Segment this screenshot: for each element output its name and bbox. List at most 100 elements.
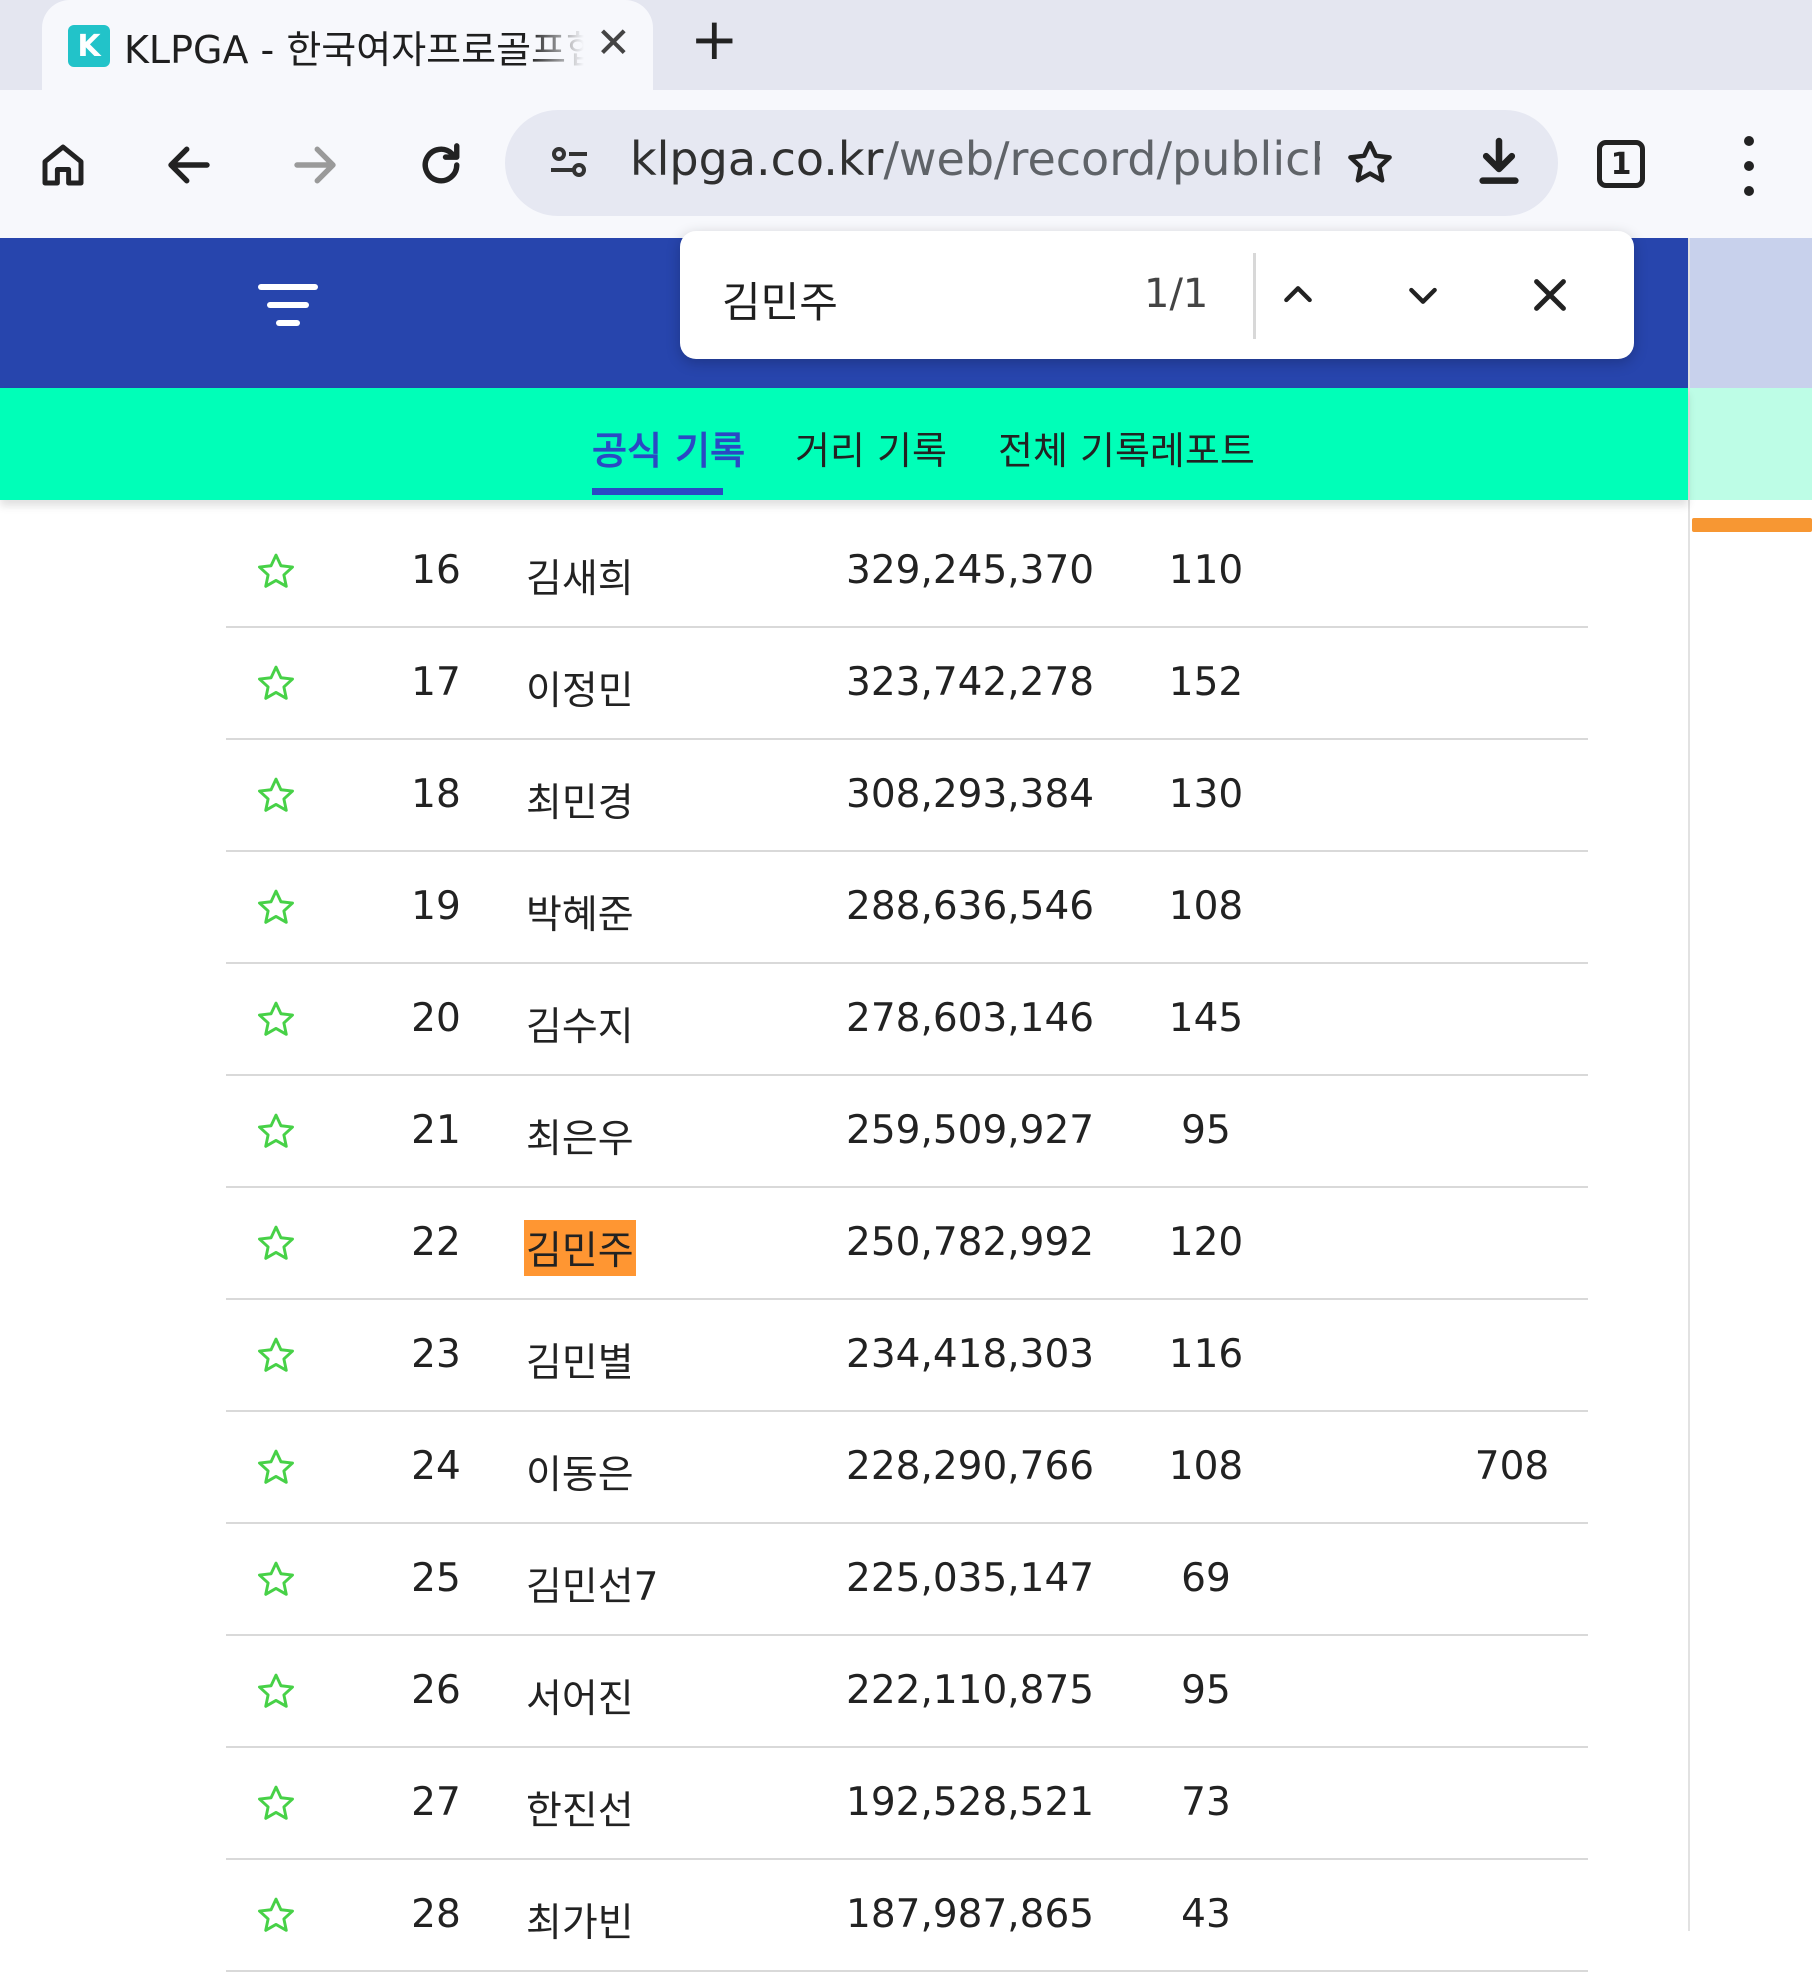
table-row[interactable]: 27 한진선 192,528,521 73 — [226, 1748, 1588, 1860]
reload-icon[interactable] — [406, 130, 476, 200]
new-tab-plus-icon[interactable]: + — [690, 10, 739, 68]
browser-tab[interactable]: K KLPGA - 한국여자프로골프협회 ✕ — [42, 0, 653, 92]
count-cell: 152 — [1168, 660, 1244, 705]
count-cell: 120 — [1168, 1220, 1244, 1265]
prize-money-cell: 278,603,146 — [846, 996, 1095, 1041]
prize-money-cell: 250,782,992 — [846, 1220, 1095, 1265]
table-row[interactable]: 16 김새희 329,245,370 110 — [226, 516, 1588, 628]
browser-toolbar: klpga.co.kr/web/record/publicRec 1 — [0, 90, 1812, 238]
url-host: klpga.co.kr — [630, 132, 884, 186]
favorite-star-icon[interactable] — [254, 1894, 298, 1948]
favorite-star-icon[interactable] — [254, 1446, 298, 1500]
prize-money-cell: 308,293,384 — [846, 772, 1095, 817]
favorite-star-icon[interactable] — [254, 1782, 298, 1836]
table-row[interactable]: 22 김민주 250,782,992 120 — [226, 1188, 1588, 1300]
filter-menu-icon[interactable] — [258, 284, 318, 334]
table-row[interactable]: 18 최민경 308,293,384 130 — [226, 740, 1588, 852]
record-subnav: 공식 기록 거리 기록 전체 기록레포트 — [0, 388, 1688, 500]
active-tab-indicator — [592, 488, 723, 495]
count-cell: 108 — [1168, 1444, 1244, 1489]
count-cell: 95 — [1181, 1668, 1231, 1713]
player-name-cell[interactable]: 최가빈 — [524, 1892, 636, 1948]
table-row[interactable]: 19 박혜준 288,636,546 108 — [226, 852, 1588, 964]
favorite-star-icon[interactable] — [254, 1558, 298, 1612]
url-path: /web/record/publicRec — [883, 132, 1320, 186]
find-previous-chevron-up-icon[interactable] — [1268, 265, 1328, 325]
tab-title: KLPGA - 한국여자프로골프협회 — [124, 27, 584, 72]
url-text[interactable]: klpga.co.kr/web/record/publicRec — [630, 132, 1320, 186]
scrollbar-track[interactable] — [1688, 238, 1812, 1931]
player-name-cell[interactable]: 박혜준 — [524, 884, 636, 940]
count-cell: 95 — [1181, 1108, 1231, 1153]
table-row[interactable]: 25 김민선7 225,035,147 69 — [226, 1524, 1588, 1636]
player-name-cell[interactable]: 이동은 — [524, 1444, 636, 1500]
rank-cell: 20 — [411, 996, 461, 1041]
back-arrow-icon[interactable] — [154, 130, 224, 200]
address-bar[interactable]: klpga.co.kr/web/record/publicRec — [505, 110, 1558, 216]
find-match-marker — [1692, 518, 1812, 532]
favorite-star-icon[interactable] — [254, 1334, 298, 1388]
table-row[interactable]: 21 최은우 259,509,927 95 — [226, 1076, 1588, 1188]
player-name-cell[interactable]: 서어진 — [524, 1668, 636, 1724]
prize-money-cell: 259,509,927 — [846, 1108, 1095, 1153]
favorite-star-icon[interactable] — [254, 998, 298, 1052]
table-row[interactable]: 28 최가빈 187,987,865 43 — [226, 1860, 1588, 1972]
player-name-cell[interactable]: 김새희 — [524, 548, 636, 604]
rank-cell: 18 — [411, 772, 461, 817]
find-match-count: 1/1 — [1144, 271, 1209, 317]
rank-cell: 21 — [411, 1108, 461, 1153]
extra-cell: 708 — [1474, 1444, 1550, 1489]
count-cell: 43 — [1181, 1892, 1231, 1937]
klpga-favicon-icon: K — [68, 25, 110, 67]
player-name-cell[interactable]: 한진선 — [524, 1780, 636, 1836]
player-name-cell[interactable]: 김민주 — [524, 1220, 636, 1276]
rank-cell: 28 — [411, 1892, 461, 1937]
count-cell: 130 — [1168, 772, 1244, 817]
tab-full-record-report[interactable]: 전체 기록레포트 — [998, 420, 1255, 475]
rank-cell: 19 — [411, 884, 461, 929]
player-name-cell[interactable]: 최민경 — [524, 772, 636, 828]
find-close-icon[interactable] — [1520, 265, 1580, 325]
find-divider — [1253, 253, 1256, 339]
forward-arrow-icon[interactable] — [280, 130, 350, 200]
tab-close-icon[interactable]: ✕ — [596, 18, 631, 67]
prize-money-cell: 288,636,546 — [846, 884, 1095, 929]
favorite-star-icon[interactable] — [254, 774, 298, 828]
rank-cell: 26 — [411, 1668, 461, 1713]
favorite-star-icon[interactable] — [254, 1110, 298, 1164]
prize-money-cell: 192,528,521 — [846, 1780, 1095, 1825]
player-name-cell[interactable]: 김민별 — [524, 1332, 636, 1388]
site-settings-tune-icon[interactable] — [545, 138, 593, 190]
player-name-cell[interactable]: 김민선7 — [524, 1556, 660, 1612]
find-next-chevron-down-icon[interactable] — [1393, 265, 1453, 325]
favorite-star-icon[interactable] — [254, 886, 298, 940]
table-row[interactable]: 24 이동은 228,290,766 108 708 — [226, 1412, 1588, 1524]
rank-cell: 23 — [411, 1332, 461, 1377]
more-menu-icon[interactable] — [1734, 136, 1764, 196]
rank-cell: 17 — [411, 660, 461, 705]
rank-cell: 24 — [411, 1444, 461, 1489]
tab-switcher-button[interactable]: 1 — [1597, 140, 1645, 188]
table-row[interactable]: 17 이정민 323,742,278 152 — [226, 628, 1588, 740]
download-icon[interactable] — [1471, 134, 1527, 194]
home-icon[interactable] — [28, 130, 98, 200]
table-row[interactable]: 20 김수지 278,603,146 145 — [226, 964, 1588, 1076]
table-row[interactable]: 26 서어진 222,110,875 95 — [226, 1636, 1588, 1748]
favorite-star-icon[interactable] — [254, 550, 298, 604]
player-name-cell[interactable]: 이정민 — [524, 660, 636, 716]
count-cell: 69 — [1181, 1556, 1231, 1601]
favorite-star-icon[interactable] — [254, 1222, 298, 1276]
player-name-cell[interactable]: 김수지 — [524, 996, 636, 1052]
favorite-star-icon[interactable] — [254, 662, 298, 716]
rank-cell: 25 — [411, 1556, 461, 1601]
favorite-star-icon[interactable] — [254, 1670, 298, 1724]
tab-distance-records[interactable]: 거리 기록 — [795, 420, 947, 475]
prize-money-cell: 228,290,766 — [846, 1444, 1095, 1489]
tab-official-records[interactable]: 공식 기록 — [592, 420, 745, 475]
find-input[interactable]: 김민주 — [722, 269, 838, 330]
table-row[interactable]: 23 김민별 234,418,303 116 — [226, 1300, 1588, 1412]
prize-money-cell: 234,418,303 — [846, 1332, 1095, 1377]
player-name-cell[interactable]: 최은우 — [524, 1108, 636, 1164]
count-cell: 110 — [1168, 548, 1244, 593]
bookmark-star-icon[interactable] — [1343, 136, 1397, 194]
